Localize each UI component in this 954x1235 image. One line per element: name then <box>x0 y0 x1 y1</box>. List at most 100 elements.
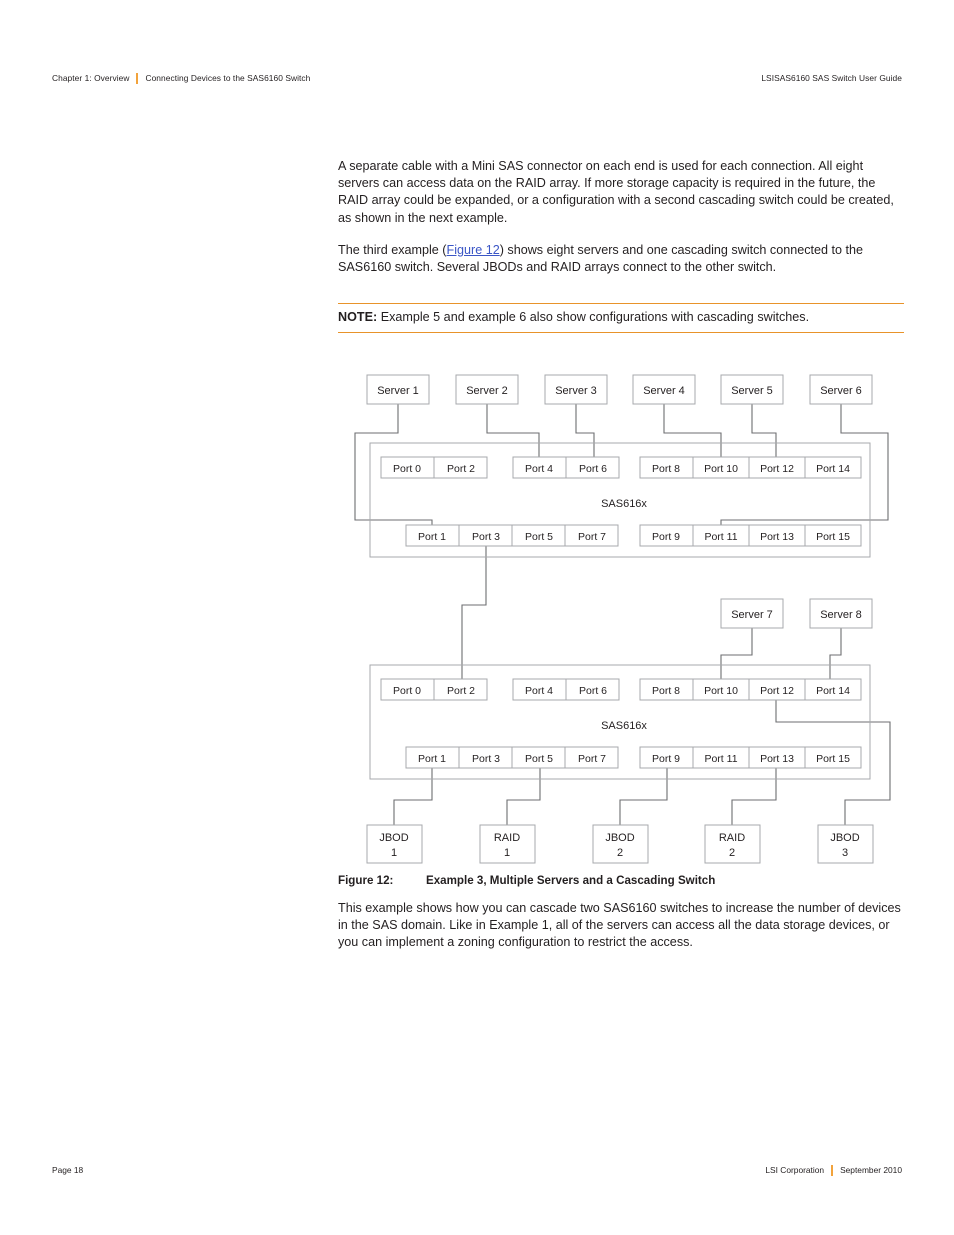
switch-bottom-even-group-a: Port 0 Port 2 <box>380 678 488 701</box>
link-port5-raid1 <box>506 767 541 826</box>
svg-text:Port 9: Port 9 <box>652 531 680 543</box>
switch-bottom-odd-group-a: Port 1 Port 3 Port 5 Port 7 <box>405 746 619 769</box>
svg-text:RAID: RAID <box>719 832 745 844</box>
switch-bottom-odd-group-b: Port 9 Port 11 Port 13 Port 15 <box>639 746 862 769</box>
svg-text:JBOD: JBOD <box>379 832 408 844</box>
node-server-2: Server 2 <box>455 374 519 405</box>
link-server1-port1 <box>354 403 433 528</box>
link-port9-jbod2 <box>619 767 668 826</box>
figure-caption-text: Example 3, Multiple Servers and a Cascad… <box>426 874 716 887</box>
node-server-6: Server 6 <box>809 374 873 405</box>
svg-text:Port 14: Port 14 <box>816 463 850 475</box>
paragraph-2-lead: The third example ( <box>338 242 447 257</box>
node-jbod-2: JBOD 2 <box>592 824 649 864</box>
paragraph-3: This example shows how you can cascade t… <box>338 901 901 950</box>
node-server-7-label: Server 7 <box>731 609 773 621</box>
switch-bottom: SAS616x Port 0 Port 2 Port 4 Port 6 Port… <box>369 664 871 780</box>
svg-text:Port 2: Port 2 <box>447 685 475 697</box>
footer-page-number: Page 18 <box>52 1165 84 1175</box>
link-port13-raid2 <box>731 767 777 826</box>
switch-top-odd-group-b: Port 9 Port 11 Port 13 Port 15 <box>639 524 862 547</box>
svg-text:Port 15: Port 15 <box>816 753 850 765</box>
svg-text:Port 9: Port 9 <box>652 753 680 765</box>
node-jbod-3: JBOD 3 <box>817 824 874 864</box>
svg-text:2: 2 <box>617 847 623 859</box>
link-server7-port10 <box>720 627 753 680</box>
switch-top-even-group-a: Port 0 Port 2 <box>380 456 488 479</box>
header-chapter: Chapter 1: Overview <box>52 73 130 83</box>
svg-text:Port 3: Port 3 <box>472 753 500 765</box>
svg-text:Port 15: Port 15 <box>816 531 850 543</box>
switch-top: SAS616x Port 0 Port 2 Port 4 Port 6 Port… <box>369 442 871 558</box>
svg-text:Port 5: Port 5 <box>525 753 553 765</box>
link-server6-port11 <box>720 403 889 528</box>
link-server5-port12 <box>751 403 777 458</box>
node-server-1-label: Server 1 <box>377 385 419 397</box>
body-column: A separate cable with a Mini SAS connect… <box>338 158 904 291</box>
header-section: Connecting Devices to the SAS6160 Switch <box>145 73 311 83</box>
svg-text:Port 8: Port 8 <box>652 463 680 475</box>
switch-bottom-label: SAS616x <box>601 720 647 732</box>
svg-text:Port 5: Port 5 <box>525 531 553 543</box>
svg-text:Port 3: Port 3 <box>472 531 500 543</box>
switch-top-label: SAS616x <box>601 498 647 510</box>
note-label: NOTE: <box>338 310 378 324</box>
link-server4-port10 <box>663 403 722 458</box>
node-server-2-label: Server 2 <box>466 385 508 397</box>
link-port12-jbod3 <box>775 699 891 826</box>
svg-text:JBOD: JBOD <box>605 832 634 844</box>
bottom-server-boxes: Server 7 Server 8 <box>720 598 873 629</box>
switch-bottom-even-group-c: Port 8 Port 10 Port 12 Port 14 <box>639 678 862 701</box>
node-server-5-label: Server 5 <box>731 385 773 397</box>
header-guide-title: LSISAS6160 SAS Switch User Guide <box>761 73 902 83</box>
node-server-5: Server 5 <box>720 374 784 405</box>
svg-text:Port 13: Port 13 <box>760 531 794 543</box>
svg-text:1: 1 <box>391 847 397 859</box>
page-footer: Page 18 LSI Corporation September 2010 <box>52 1162 902 1178</box>
svg-text:Port 7: Port 7 <box>578 531 606 543</box>
connection-lines <box>354 403 891 826</box>
switch-bottom-even-group-b: Port 4 Port 6 <box>512 678 620 701</box>
svg-text:JBOD: JBOD <box>830 832 859 844</box>
svg-text:Port 7: Port 7 <box>578 753 606 765</box>
node-server-4-label: Server 4 <box>643 385 685 397</box>
svg-text:3: 3 <box>842 847 848 859</box>
figure-caption: Figure 12: Example 3, Multiple Servers a… <box>338 874 904 887</box>
svg-text:Port 10: Port 10 <box>704 685 738 697</box>
svg-text:Port 10: Port 10 <box>704 463 738 475</box>
svg-text:Port 6: Port 6 <box>579 685 607 697</box>
link-server2-port4 <box>486 403 540 458</box>
svg-text:Port 14: Port 14 <box>816 685 850 697</box>
node-server-8-label: Server 8 <box>820 609 862 621</box>
svg-text:Port 12: Port 12 <box>760 463 794 475</box>
node-server-8: Server 8 <box>809 598 873 629</box>
node-server-4: Server 4 <box>632 374 696 405</box>
svg-text:Port 0: Port 0 <box>393 685 421 697</box>
footer-imprint: LSI Corporation September 2010 <box>765 1164 902 1176</box>
footer-divider-icon <box>831 1164 834 1176</box>
after-figure-column: This example shows how you can cascade t… <box>338 900 904 967</box>
link-port1-jbod1 <box>393 767 433 826</box>
switch-top-even-group-b: Port 4 Port 6 <box>512 456 620 479</box>
paragraph-2: The third example (Figure 12) shows eigh… <box>338 242 904 276</box>
svg-text:Port 6: Port 6 <box>579 463 607 475</box>
svg-text:Port 0: Port 0 <box>393 463 421 475</box>
svg-text:Port 2: Port 2 <box>447 463 475 475</box>
node-raid-2: RAID 2 <box>704 824 761 864</box>
top-server-boxes: Server 1 Server 2 Server 3 Server 4 Serv… <box>366 374 873 405</box>
svg-text:Port 13: Port 13 <box>760 753 794 765</box>
node-server-7: Server 7 <box>720 598 784 629</box>
svg-text:Port 11: Port 11 <box>704 753 737 765</box>
node-server-6-label: Server 6 <box>820 385 862 397</box>
svg-text:2: 2 <box>729 847 735 859</box>
node-server-3-label: Server 3 <box>555 385 597 397</box>
node-server-3: Server 3 <box>544 374 608 405</box>
svg-text:Port 4: Port 4 <box>525 685 553 697</box>
storage-boxes: JBOD 1 RAID 1 JBOD 2 RAID 2 JBOD 3 <box>366 824 874 864</box>
note-text: Example 5 and example 6 also show config… <box>380 310 810 324</box>
svg-text:RAID: RAID <box>494 832 520 844</box>
node-server-1: Server 1 <box>366 374 430 405</box>
node-raid-1: RAID 1 <box>479 824 536 864</box>
figure-12-crossref-link[interactable]: Figure 12 <box>447 243 500 257</box>
svg-text:Port 11: Port 11 <box>704 531 737 543</box>
